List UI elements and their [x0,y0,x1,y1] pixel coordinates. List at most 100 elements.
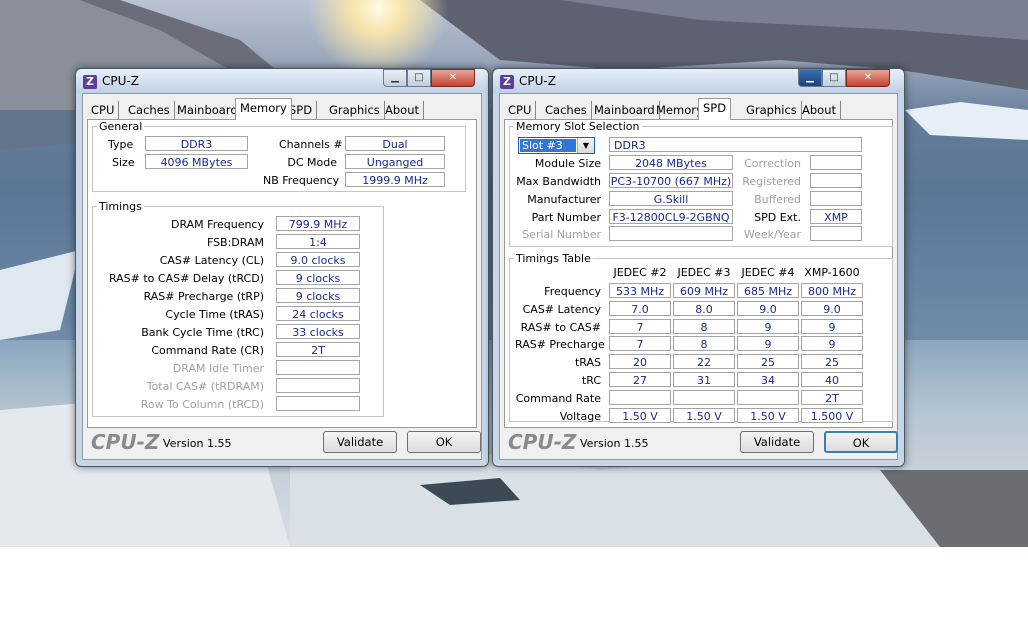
timings-cell: 9.0 [801,300,863,316]
timing-value: 9 clocks [276,270,360,285]
validate-button[interactable]: Validate [323,431,397,453]
minimize-button[interactable]: ▁ [383,69,407,87]
timings-cell: 7 [609,318,671,334]
timings-cell: 25 [737,354,799,370]
validate-button[interactable]: Validate [740,431,814,453]
timings-cell: 800 MHz [801,283,863,298]
title-bar[interactable]: Z CPU-Z ▁ □ ✕ [76,69,488,93]
timing-label: DRAM Idle Timer [172,362,264,375]
ok-button[interactable]: OK [407,431,481,453]
close-button[interactable]: ✕ [431,69,475,87]
tab-mainboard[interactable]: Mainboard [173,101,243,119]
serial-number-value [609,226,733,241]
max-bandwidth-label: Max Bandwidth [516,175,601,188]
minimize-button[interactable]: ▁ [798,69,822,87]
timing-value: 24 clocks [276,306,360,321]
window-title: CPU-Z [519,74,556,88]
tab-caches[interactable]: Caches [124,101,175,119]
timing-value: 33 clocks [276,324,360,339]
manufacturer-value: G.Skill [609,191,733,206]
timings-cell [673,389,735,405]
timings-cell: 7 [609,336,671,352]
tab-caches[interactable]: Caches [541,101,592,119]
channels-label: Channels # [279,138,343,151]
cpuz-spd-window: Z CPU-Z ▁ □ ✕ CPU Caches Mainboard Memor… [492,68,905,467]
timings-cell: 7.0 [609,300,671,316]
window-controls: ▁ □ ✕ [798,69,890,87]
spd-panel: Memory Slot Selection Slot #3 ▼ DDR3 Mod… [504,119,893,428]
tab-graphics[interactable]: Graphics [742,101,802,119]
chevron-down-icon[interactable]: ▼ [577,138,594,153]
timing-value [276,396,360,411]
timings-cell: 9 [737,336,799,352]
timing-value: 2T [276,342,360,357]
cpuz-app-icon: Z [83,75,97,89]
timing-label: RAS# to CAS# Delay (tRCD) [108,272,264,285]
timings-cell: 9.0 [737,300,799,316]
tab-graphics[interactable]: Graphics [325,101,385,119]
timings-cell [737,389,799,405]
title-bar[interactable]: Z CPU-Z ▁ □ ✕ [493,69,904,93]
tab-about[interactable]: About [798,101,842,119]
window-controls: ▁ □ ✕ [383,69,475,87]
maximize-button[interactable]: □ [407,69,431,87]
ok-button[interactable]: OK [824,431,898,453]
timings-cell: 8 [673,318,735,334]
tab-mainboard[interactable]: Mainboard [590,101,660,119]
timings-cell: 9 [801,336,863,352]
tab-spd[interactable]: SPD [698,98,732,120]
correction-label: Correction [744,157,801,170]
cpuz-logo: CPU-Z [91,430,160,454]
timings-table-legend: Timings Table [516,252,591,265]
tab-about[interactable]: About [381,101,425,119]
timings-cell: 9 [737,318,799,334]
timings-cell: 25 [801,354,863,370]
window-footer: CPU-Z Version 1.55 Validate OK [83,425,481,459]
timing-label: Command Rate (CR) [151,344,264,357]
dcmode-value: Unganged [345,154,445,169]
timing-label: Cycle Time (tRAS) [165,308,264,321]
maximize-button[interactable]: □ [822,69,846,87]
tab-memory[interactable]: Memory [235,98,292,120]
version-label: Version 1.55 [163,437,232,450]
timings-cell: 685 MHz [737,283,799,298]
timing-label: Bank Cycle Time (tRC) [141,326,264,339]
module-size-label: Module Size [534,157,601,170]
timing-label: CAS# Latency (CL) [159,254,264,267]
timing-label: DRAM Frequency [170,218,264,231]
timing-label: RAS# Precharge (tRP) [143,290,264,303]
timings-column-header: JEDEC #3 [677,266,731,279]
timings-cell: 27 [609,372,671,387]
tab-cpu[interactable]: CPU [87,101,120,119]
timings-cell: 1.50 V [609,407,671,423]
close-button[interactable]: ✕ [846,69,890,87]
timings-row-label: tRC [581,374,601,387]
nbfreq-label: NB Frequency [263,174,340,187]
timing-value: 799.9 MHz [276,216,360,231]
timings-cell: 1.50 V [673,407,735,423]
manufacturer-label: Manufacturer [527,193,601,206]
timings-cell: 9 [801,318,863,334]
memory-type-value: DDR3 [609,137,862,152]
correction-value [810,155,862,170]
timings-row-label: RAS# Precharge [515,338,605,352]
part-number-value: F3-12800CL9-2GBNQ [609,209,733,224]
timings-row-label: Voltage [559,409,601,423]
memory-slot-legend: Memory Slot Selection [516,120,640,133]
timings-cell: 34 [737,372,799,387]
serial-number-label: Serial Number [522,228,601,241]
registered-label: Registered [742,175,801,188]
tab-cpu[interactable]: CPU [504,101,537,119]
dcmode-label: DC Mode [287,156,337,169]
timings-column-header: JEDEC #4 [741,266,795,279]
slot-select-value: Slot #3 [520,139,576,152]
timing-value [276,378,360,393]
window-client-area: CPU Caches Mainboard Memory SPD Graphics… [82,93,482,460]
timings-cell: 609 MHz [673,283,735,298]
timings-cell: 20 [609,354,671,370]
timings-cell [609,389,671,405]
slot-select[interactable]: Slot #3 ▼ [518,137,595,154]
registered-value [810,173,862,188]
timings-cell: 22 [673,354,735,370]
timing-label: Total CAS# (tRDRAM) [146,380,264,393]
